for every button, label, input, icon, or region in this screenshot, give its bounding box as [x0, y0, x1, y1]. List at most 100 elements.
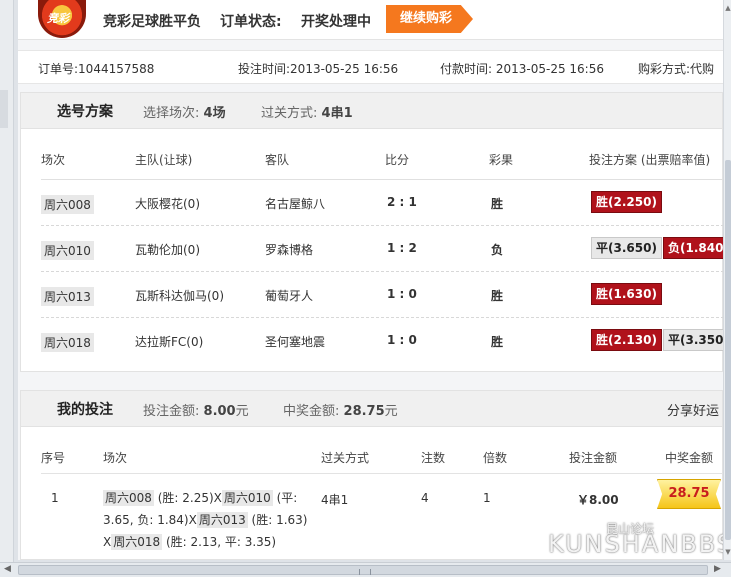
- col-multiple: 倍数: [483, 451, 508, 465]
- prize-amount-unit: 元: [384, 404, 398, 419]
- col-result: 彩果: [489, 153, 514, 167]
- bet-option: 胜(2.250): [591, 191, 662, 213]
- col-away: 客队: [265, 153, 290, 167]
- col-match: 场次: [41, 153, 66, 167]
- home-team: 瓦勒伦加(0): [135, 243, 200, 257]
- scroll-down-icon[interactable]: ▼: [724, 548, 731, 556]
- match-tag: 周六013: [41, 287, 94, 306]
- vertical-scroll-thumb[interactable]: [725, 160, 731, 540]
- col-bets: 投注方案 (出票赔率值): [589, 153, 711, 167]
- score: 1 : 0: [387, 287, 417, 301]
- bet-pass-method: 4串1: [321, 493, 349, 507]
- col-index: 序号: [41, 451, 66, 465]
- scroll-left-icon[interactable]: ◀: [4, 564, 11, 574]
- continue-buy-button[interactable]: 继续购彩: [386, 5, 473, 33]
- table-row: 周六018 达拉斯FC(0) 圣何塞地震 1 : 0 胜 胜(2.130) 平(…: [41, 318, 731, 364]
- match-tag: 周六018: [111, 534, 163, 550]
- away-team: 葡萄牙人: [265, 289, 314, 303]
- table-row: 周六010 瓦勒伦加(0) 罗森博格 1 : 2 负 平(3.650) 负(1.…: [41, 226, 731, 272]
- home-team: 达拉斯FC(0): [135, 335, 204, 349]
- bet-option: 负(1.840): [663, 237, 731, 259]
- match-tag: 周六010: [221, 490, 273, 506]
- col-matches: 场次: [103, 451, 128, 465]
- horizontal-scroll-thumb[interactable]: [18, 565, 708, 575]
- bet-option: 平(3.650): [591, 237, 662, 259]
- bet-count: 4: [421, 491, 429, 505]
- pass-method-label: 过关方式:: [261, 106, 318, 121]
- bet-option: 胜(2.130): [591, 329, 662, 351]
- bet-amount-cell: ￥8.00: [577, 493, 619, 507]
- score: 1 : 2: [387, 241, 417, 255]
- pass-method: 过关方式: 4串1: [261, 102, 353, 121]
- home-team: 大阪樱花(0): [135, 197, 200, 211]
- prize-amount-value: 28.75: [343, 404, 385, 419]
- score: 2 : 1: [387, 195, 417, 209]
- match-odds: (胜: 1.63): [247, 513, 308, 527]
- horizontal-scrollbar[interactable]: ◀ ▶: [0, 562, 731, 577]
- match-odds: (胜: 2.13, 平: 3.35): [162, 535, 277, 549]
- match-tag: 周六010: [41, 241, 94, 260]
- prize-badge: 28.75: [657, 479, 721, 509]
- col-score: 比分: [385, 153, 410, 167]
- buy-method: 购彩方式:代购: [638, 62, 715, 76]
- match-separator: X: [103, 535, 112, 549]
- select-count-label: 选择场次:: [143, 106, 200, 121]
- scroll-right-icon[interactable]: ▶: [714, 564, 721, 574]
- score: 1 : 0: [387, 333, 417, 347]
- order-status-label: 订单状态:: [220, 14, 282, 30]
- bet-amount-label: 投注金额:: [143, 404, 200, 419]
- bet-index: 1: [51, 491, 59, 505]
- order-info-bar: 订单号:1044157588 投注时间:2013-05-25 16:56 付款时…: [18, 50, 723, 84]
- match-result: 胜: [491, 289, 504, 303]
- my-bet-header: 我的投注 投注金额: 8.00元 中奖金额: 28.75元 分享好运: [21, 391, 722, 427]
- away-team: 名古屋鲸八: [265, 197, 326, 211]
- left-panel-strip: [0, 0, 14, 577]
- order-detail-page: 竞彩 竞彩足球胜平负 订单状态: 开奖处理中 继续购彩 订单号:10441575…: [18, 0, 731, 560]
- pass-method-value: 4串1: [321, 106, 353, 121]
- bet-multiple: 1: [483, 491, 491, 505]
- select-count-value: 4场: [203, 106, 226, 121]
- match-tag: 周六013: [196, 512, 248, 528]
- left-panel-marker: [0, 90, 8, 128]
- scroll-up-icon[interactable]: ▲: [724, 4, 731, 12]
- away-team: 罗森博格: [265, 243, 314, 257]
- bet-amount: 投注金额: 8.00元: [143, 400, 249, 419]
- match-result: 胜: [491, 335, 504, 349]
- plan-section-header: 选号方案 选择场次: 4场 过关方式: 4串1: [21, 93, 722, 129]
- watermark-chinese: 昆山论坛: [606, 522, 655, 536]
- select-count: 选择场次: 4场: [143, 102, 226, 121]
- table-row: 周六008 大阪樱花(0) 名古屋鲸八 2 : 1 胜 胜(2.250): [41, 180, 724, 226]
- share-luck-link[interactable]: 分享好运: [667, 400, 719, 419]
- prize-amount-label: 中奖金额:: [283, 404, 340, 419]
- order-status-value: 开奖处理中: [301, 14, 371, 30]
- match-result: 负: [491, 243, 504, 257]
- match-odds: (胜: 2.25)X: [153, 491, 222, 505]
- my-bet-title: 我的投注: [57, 402, 113, 418]
- away-team: 圣何塞地震: [265, 335, 326, 349]
- plan-section: 选号方案 选择场次: 4场 过关方式: 4串1 场次 主队(让球) 客队 比分 …: [20, 92, 731, 372]
- bet-detail: 周六008 (胜: 2.25)X 周六010 (平: 3.65, 负: 1.84)…: [103, 487, 311, 553]
- bet-option: 胜(1.630): [591, 283, 662, 305]
- col-count: 注数: [421, 451, 446, 465]
- vertical-scrollbar[interactable]: ▲ ▼: [723, 0, 731, 560]
- match-tag: 周六008: [103, 490, 154, 506]
- pay-time: 付款时间: 2013-05-25 16:56: [440, 62, 604, 76]
- col-bet-amount: 投注金额: [569, 451, 618, 465]
- col-prize: 中奖金额: [665, 451, 714, 465]
- home-team: 瓦斯科达伽马(0): [135, 289, 224, 303]
- logo-text: 竞彩: [47, 12, 69, 25]
- plan-title: 选号方案: [57, 104, 113, 120]
- order-number: 订单号:1044157588: [38, 62, 155, 76]
- col-home: 主队(让球): [135, 153, 193, 167]
- bet-amount-value: 8.00: [203, 404, 236, 419]
- my-bet-divider: [41, 473, 724, 474]
- lottery-title: 竞彩足球胜平负: [103, 14, 201, 30]
- bet-option: 平(3.350): [663, 329, 731, 351]
- match-tag: 周六018: [41, 333, 94, 352]
- order-header: 竞彩 竞彩足球胜平负 订单状态: 开奖处理中 继续购彩: [18, 0, 723, 40]
- prize-amount: 中奖金额: 28.75元: [283, 400, 398, 419]
- lottery-logo-icon: 竞彩: [38, 0, 86, 38]
- table-row: 周六013 瓦斯科达伽马(0) 葡萄牙人 1 : 0 胜 胜(1.630): [41, 272, 724, 318]
- col-pass: 过关方式: [321, 451, 370, 465]
- match-tag: 周六008: [41, 195, 94, 214]
